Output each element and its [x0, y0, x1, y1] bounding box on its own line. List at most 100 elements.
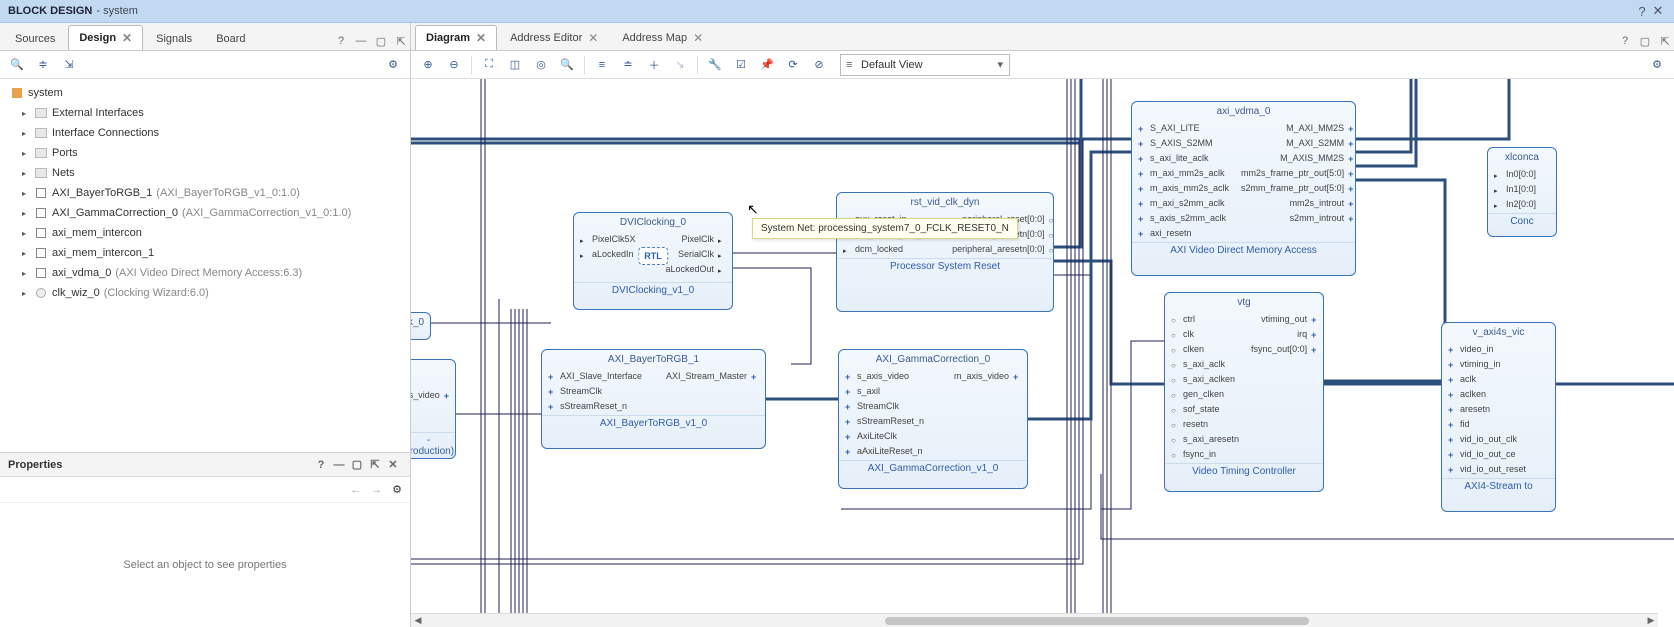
port[interactable]: fsync_out[0:0]+: [1245, 342, 1325, 356]
expand-toggle-icon[interactable]: ▸: [18, 149, 30, 158]
expand-toggle-icon[interactable]: ▸: [18, 209, 30, 218]
pin-icon[interactable]: 📌: [756, 54, 778, 76]
tree-item[interactable]: ▸clk_wiz_0(Clocking Wizard:6.0): [0, 283, 410, 303]
port[interactable]: s2mm_frame_ptr_out[5:0]+: [1235, 181, 1362, 195]
port[interactable]: ctrl: [1165, 312, 1245, 326]
close-icon[interactable]: ✕: [1650, 3, 1666, 19]
port[interactable]: M_AXI_S2MM+: [1235, 136, 1362, 150]
port[interactable]: s_axi_aclken: [1165, 372, 1245, 386]
port[interactable]: In1[0:0]: [1488, 182, 1556, 196]
port[interactable]: +aresetn: [1442, 402, 1555, 416]
port[interactable]: +sStreamReset_n: [542, 399, 654, 413]
maximize-icon[interactable]: ▢: [1636, 32, 1654, 50]
expand-toggle-icon[interactable]: ▸: [18, 249, 30, 258]
maximize-icon[interactable]: ▢: [348, 456, 366, 474]
port[interactable]: clk: [1165, 327, 1245, 341]
close-icon[interactable]: ✕: [588, 31, 598, 45]
help-icon[interactable]: ?: [312, 456, 330, 474]
port[interactable]: +aAxiLiteReset_n: [839, 444, 933, 458]
scroll-thumb[interactable]: [885, 617, 1309, 625]
zoom-in-icon[interactable]: ⊕: [417, 54, 439, 76]
tab-design[interactable]: Design✕: [68, 25, 143, 50]
port[interactable]: mm2s_frame_ptr_out[5:0]+: [1235, 166, 1362, 180]
search-icon[interactable]: 🔍: [556, 54, 578, 76]
port[interactable]: +aclk: [1442, 372, 1555, 386]
port[interactable]: s_axi_aclk: [1165, 357, 1245, 371]
auto-fit-icon[interactable]: ◎: [530, 54, 552, 76]
port[interactable]: +aclken: [1442, 387, 1555, 401]
port[interactable]: +AxiLiteClk: [839, 429, 933, 443]
port[interactable]: In0[0:0]: [1488, 167, 1556, 181]
port[interactable]: dcm_locked: [837, 242, 937, 256]
view-selector[interactable]: Default View: [840, 54, 1010, 76]
help-icon[interactable]: ?: [1634, 3, 1650, 19]
port[interactable]: M_AXIS_MM2S+: [1235, 151, 1362, 165]
port[interactable]: +s_axi_lite_aclk: [1132, 151, 1235, 165]
ip-block-concat[interactable]: xlconca In0[0:0]In1[0:0]In2[0:0] Conc: [1487, 147, 1557, 237]
port[interactable]: +vtiming_in: [1442, 357, 1555, 371]
regenerate-icon[interactable]: ⟳: [782, 54, 804, 76]
scroll-left-icon[interactable]: ◀: [411, 615, 425, 626]
port[interactable]: M_AXI_MM2S+: [1235, 121, 1362, 135]
tab-diagram[interactable]: Diagram✕: [415, 25, 497, 50]
port[interactable]: +s_axil: [839, 384, 933, 398]
horizontal-scrollbar[interactable]: ◀ ▶: [411, 613, 1658, 627]
wrench-icon[interactable]: 🔧: [704, 54, 726, 76]
ip-block-clk-partial[interactable]: k_0: [411, 312, 431, 340]
tab-address-map[interactable]: Address Map✕: [611, 25, 714, 50]
port[interactable]: s_axi_aresetn: [1165, 432, 1245, 446]
search-icon[interactable]: 🔍: [6, 54, 28, 76]
scroll-right-icon[interactable]: ▶: [1644, 615, 1658, 626]
port[interactable]: +m_axis_mm2s_aclk: [1132, 181, 1235, 195]
collapse-all-icon[interactable]: ≑: [32, 54, 54, 76]
ip-block-vdma[interactable]: axi_vdma_0 +S_AXI_LITE+S_AXIS_S2MM+s_axi…: [1131, 101, 1356, 276]
zoom-out-icon[interactable]: ⊖: [443, 54, 465, 76]
port[interactable]: +vid_io_out_clk: [1442, 432, 1555, 446]
port[interactable]: m_axis_video+: [933, 369, 1027, 383]
port[interactable]: +s_axis_video: [839, 369, 933, 383]
port[interactable]: PixelClk: [653, 232, 732, 246]
port[interactable]: +m_axi_s2mm_aclk: [1132, 196, 1235, 210]
undock-icon[interactable]: ⇱: [1656, 32, 1674, 50]
port[interactable]: clken: [1165, 342, 1245, 356]
fit-icon[interactable]: ⛶: [478, 54, 500, 76]
port[interactable]: +s_axis_s2mm_aclk: [1132, 211, 1235, 225]
ip-block-dviclocking[interactable]: DVIClocking_0 PixelClk5XaLockedIn PixelC…: [573, 212, 733, 310]
diagram-canvas[interactable]: k_0 is_video+ -Production) DVIClocking_0…: [411, 79, 1674, 627]
port[interactable]: sof_state: [1165, 402, 1245, 416]
ip-block-vtg[interactable]: vtg ctrlclkclkens_axi_aclks_axi_aclkenge…: [1164, 292, 1324, 492]
ip-block-gamma[interactable]: AXI_GammaCorrection_0 +s_axis_video+s_ax…: [838, 349, 1028, 489]
hierarchy-tree[interactable]: system ▸External Interfaces▸Interface Co…: [0, 79, 410, 452]
add-icon[interactable]: ＋: [643, 54, 665, 76]
tab-sources[interactable]: Sources: [4, 27, 66, 50]
tree-root[interactable]: system: [0, 83, 410, 103]
expand-toggle-icon[interactable]: ▸: [18, 289, 30, 298]
expand-toggle-icon[interactable]: ▸: [18, 269, 30, 278]
port[interactable]: +video_in: [1442, 342, 1555, 356]
minimize-icon[interactable]: —: [330, 456, 348, 474]
validate-icon[interactable]: ☑: [730, 54, 752, 76]
tree-item[interactable]: ▸Nets: [0, 163, 410, 183]
port[interactable]: +fid: [1442, 417, 1555, 431]
layers-icon[interactable]: ≡: [591, 54, 613, 76]
port[interactable]: mm2s_introut+: [1235, 196, 1362, 210]
port[interactable]: +S_AXIS_S2MM: [1132, 136, 1235, 150]
nav-back-icon[interactable]: ←: [350, 484, 361, 496]
undock-icon[interactable]: ⇱: [392, 32, 410, 50]
port[interactable]: +StreamClk: [839, 399, 933, 413]
close-icon[interactable]: ✕: [122, 31, 132, 45]
optimize-icon[interactable]: ⊘: [808, 54, 830, 76]
expand-icon[interactable]: ⇲: [58, 54, 80, 76]
tree-item[interactable]: ▸Interface Connections: [0, 123, 410, 143]
port[interactable]: irq+: [1245, 327, 1325, 341]
settings-icon[interactable]: ⚙: [1646, 54, 1668, 76]
port[interactable]: vtiming_out+: [1245, 312, 1325, 326]
ip-block-video-partial[interactable]: is_video+ -Production): [411, 359, 456, 459]
ip-block-axi4s[interactable]: v_axi4s_vic +video_in+vtiming_in+aclk+ac…: [1441, 322, 1556, 512]
port[interactable]: s2mm_introut+: [1235, 211, 1362, 225]
expand-toggle-icon[interactable]: ▸: [18, 229, 30, 238]
port[interactable]: +vid_io_out_ce: [1442, 447, 1555, 461]
port[interactable]: PixelClk5X: [574, 232, 653, 246]
port[interactable]: fsync_in: [1165, 447, 1245, 461]
nav-forward-icon[interactable]: →: [371, 484, 382, 496]
